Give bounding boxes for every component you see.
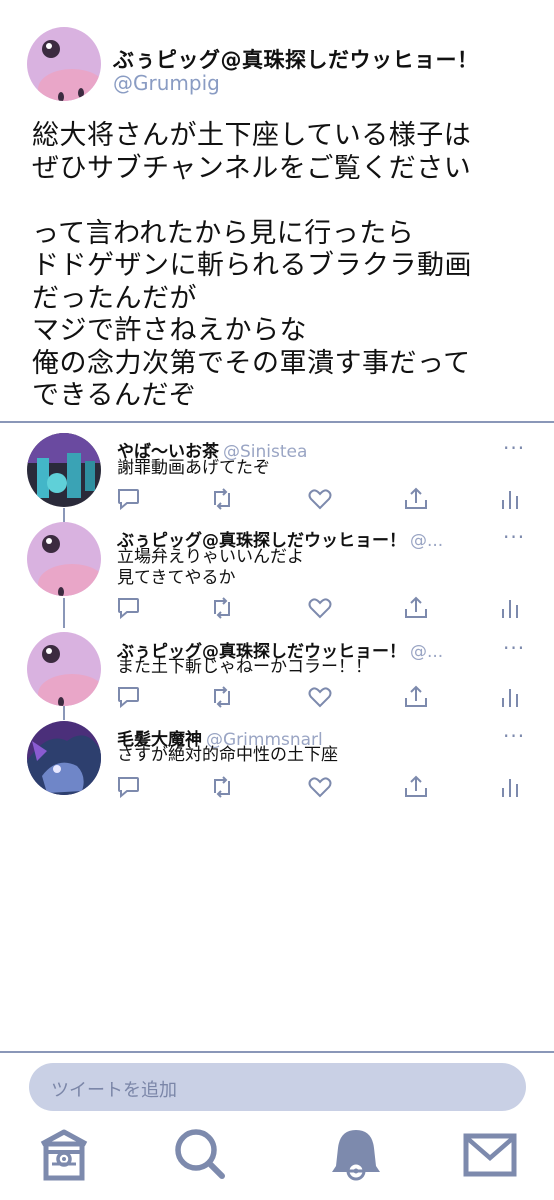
sinistea-avatar-icon[interactable] (27, 433, 101, 507)
share-icon[interactable] (403, 774, 429, 800)
analytics-icon[interactable] (497, 595, 523, 621)
grimmsnarl-avatar-icon[interactable] (27, 721, 101, 795)
more-options-icon[interactable]: ··· (503, 436, 525, 460)
more-options-icon[interactable]: ··· (503, 525, 525, 549)
analytics-icon[interactable] (497, 774, 523, 800)
main-display-name[interactable]: ぶぅピッグ@真珠探しだウッヒョー！ (113, 44, 479, 74)
retweet-icon[interactable] (209, 774, 235, 800)
like-icon[interactable] (307, 684, 333, 710)
reply-text: さすが絶対的命中性の土下座 (117, 745, 338, 765)
retweet-icon[interactable] (209, 486, 235, 512)
analytics-icon[interactable] (497, 684, 523, 710)
more-options-icon[interactable]: ··· (503, 636, 525, 660)
grumpig-avatar-icon[interactable] (27, 632, 101, 706)
reply-handle[interactable]: @... (410, 531, 443, 551)
thread-connector (63, 598, 65, 628)
reply-text: また土下斬じゃねーかコラー！！ (117, 657, 372, 677)
bottom-navigation (0, 1126, 554, 1186)
main-tweet-text: 総大将さんが土下座している様子は ぜひサブチャンネルをご覧ください って言われた… (32, 120, 472, 411)
thread-connector (63, 508, 65, 522)
main-handle[interactable]: @Grumpig (113, 71, 220, 95)
notifications-icon[interactable] (328, 1126, 384, 1182)
reply-actions (115, 774, 525, 802)
reply-actions (115, 595, 525, 623)
retweet-icon[interactable] (209, 595, 235, 621)
analytics-icon[interactable] (497, 486, 523, 512)
grumpig-avatar-icon[interactable] (27, 27, 101, 101)
reply-text: 立場弁えりゃいいんだよ 見てきてやるか (117, 547, 304, 588)
grumpig-avatar-icon[interactable] (27, 522, 101, 596)
reply-actions (115, 486, 525, 514)
add-tweet-input[interactable]: ツイートを追加 (29, 1063, 526, 1111)
home-icon[interactable] (36, 1126, 92, 1182)
like-icon[interactable] (307, 774, 333, 800)
divider (0, 421, 554, 423)
more-options-icon[interactable]: ··· (503, 724, 525, 748)
share-icon[interactable] (403, 486, 429, 512)
reply-icon[interactable] (115, 684, 141, 710)
divider (0, 1051, 554, 1053)
retweet-icon[interactable] (209, 684, 235, 710)
search-icon[interactable] (172, 1126, 228, 1182)
reply-actions (115, 684, 525, 712)
share-icon[interactable] (403, 684, 429, 710)
thread-connector (63, 706, 65, 720)
reply-text: 謝罪動画あげてたぞ (117, 458, 270, 478)
reply-icon[interactable] (115, 774, 141, 800)
like-icon[interactable] (307, 486, 333, 512)
reply-icon[interactable] (115, 486, 141, 512)
add-tweet-placeholder: ツイートを追加 (51, 1080, 177, 1101)
like-icon[interactable] (307, 595, 333, 621)
share-icon[interactable] (403, 595, 429, 621)
reply-icon[interactable] (115, 595, 141, 621)
messages-icon[interactable] (462, 1126, 518, 1182)
reply-handle[interactable]: @... (410, 642, 443, 662)
